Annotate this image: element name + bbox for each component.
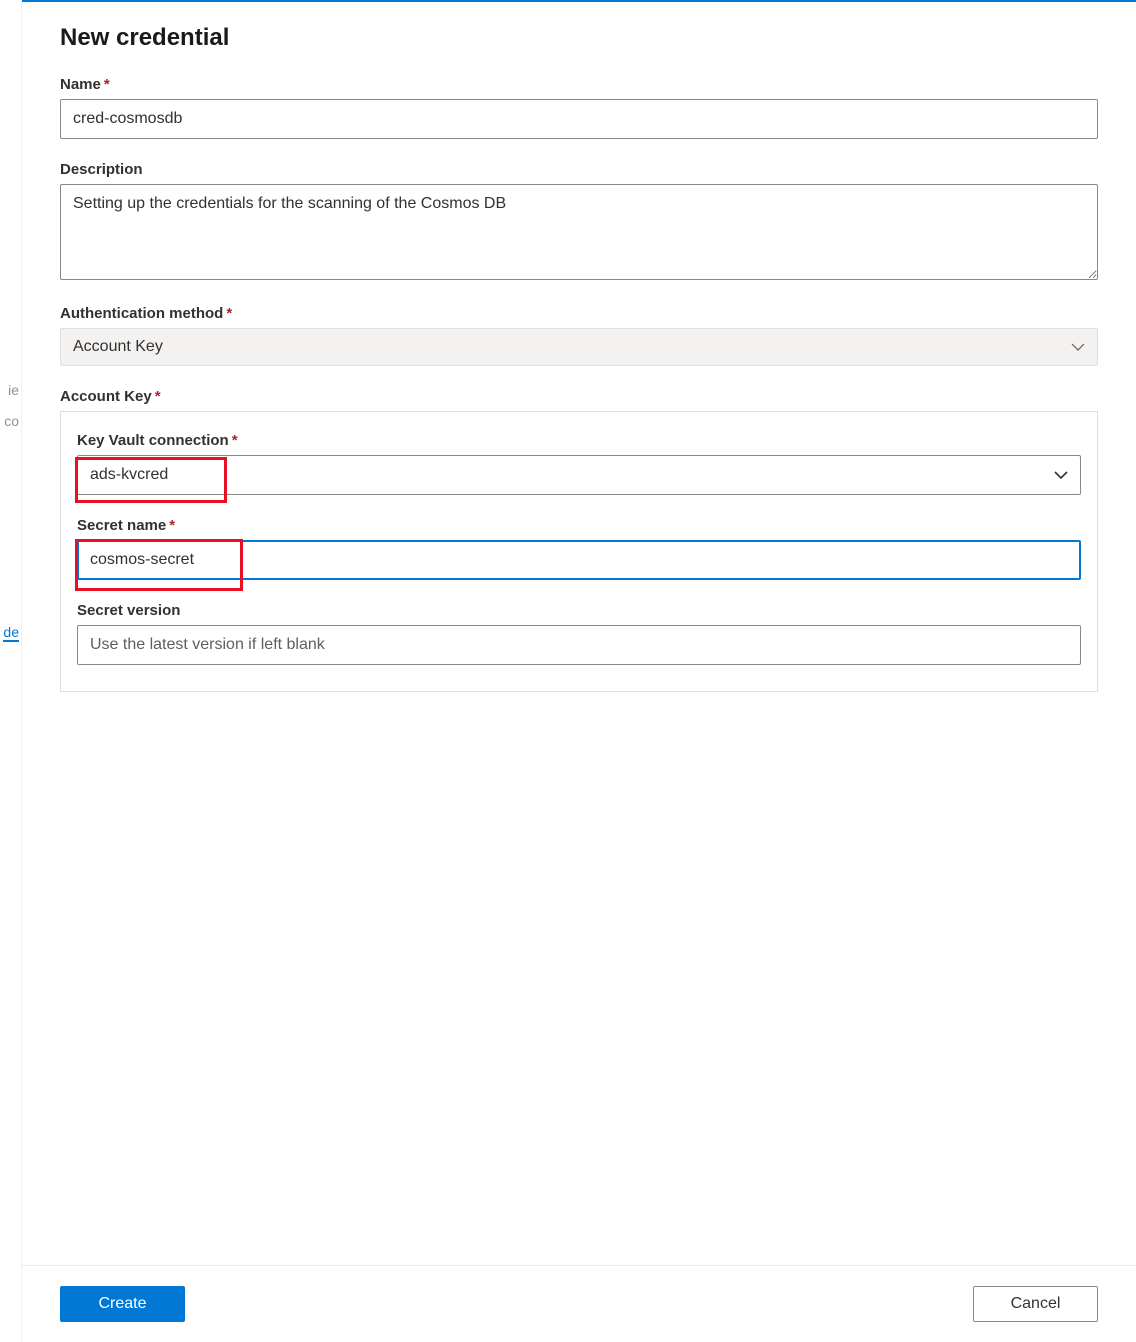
auth-method-label: Authentication method* (60, 305, 1098, 322)
secret-name-group: Secret name* (77, 517, 1081, 580)
account-key-label-text: Account Key (60, 388, 152, 405)
auth-method-value: Account Key (73, 338, 163, 356)
required-indicator: * (104, 76, 110, 93)
account-key-label: Account Key* (60, 388, 1098, 405)
sidebar-fragment: ie (8, 382, 19, 398)
key-vault-label: Key Vault connection* (77, 432, 1081, 449)
key-vault-value: ads-kvcred (90, 466, 168, 484)
auth-method-label-text: Authentication method (60, 305, 223, 322)
description-group: Description Setting up the credentials f… (60, 161, 1098, 283)
create-button[interactable]: Create (60, 1286, 185, 1322)
chevron-down-icon (1054, 468, 1068, 482)
panel-title: New credential (60, 24, 1098, 52)
name-input[interactable] (60, 99, 1098, 139)
account-key-box: Key Vault connection* ads-kvcred Secret … (60, 411, 1098, 692)
sidebar-fragment: co (4, 413, 19, 429)
description-label: Description (60, 161, 1098, 178)
secret-name-label: Secret name* (77, 517, 1081, 534)
new-credential-panel: New credential Name* Description Setting… (22, 2, 1136, 1342)
auth-method-select[interactable]: Account Key (60, 328, 1098, 366)
cancel-button[interactable]: Cancel (973, 1286, 1098, 1322)
secret-version-group: Secret version (77, 602, 1081, 665)
secret-version-label: Secret version (77, 602, 1081, 619)
left-background-strip: ie co de (0, 0, 22, 1342)
name-label: Name* (60, 76, 1098, 93)
sidebar-fragment: de (3, 624, 19, 642)
secret-version-input[interactable] (77, 625, 1081, 665)
panel-content: New credential Name* Description Setting… (22, 2, 1136, 1265)
chevron-down-icon (1071, 340, 1085, 354)
required-indicator: * (169, 517, 175, 534)
required-indicator: * (155, 388, 161, 405)
name-group: Name* (60, 76, 1098, 139)
account-key-group: Account Key* Key Vault connection* ads-k… (60, 388, 1098, 692)
secret-name-label-text: Secret name (77, 517, 166, 534)
key-vault-group: Key Vault connection* ads-kvcred (77, 432, 1081, 495)
secret-name-input[interactable] (77, 540, 1081, 580)
description-input[interactable]: Setting up the credentials for the scann… (60, 184, 1098, 280)
key-vault-select[interactable]: ads-kvcred (77, 455, 1081, 495)
required-indicator: * (226, 305, 232, 322)
panel-footer: Create Cancel (22, 1265, 1136, 1342)
auth-method-group: Authentication method* Account Key (60, 305, 1098, 366)
key-vault-label-text: Key Vault connection (77, 432, 229, 449)
required-indicator: * (232, 432, 238, 449)
name-label-text: Name (60, 76, 101, 93)
